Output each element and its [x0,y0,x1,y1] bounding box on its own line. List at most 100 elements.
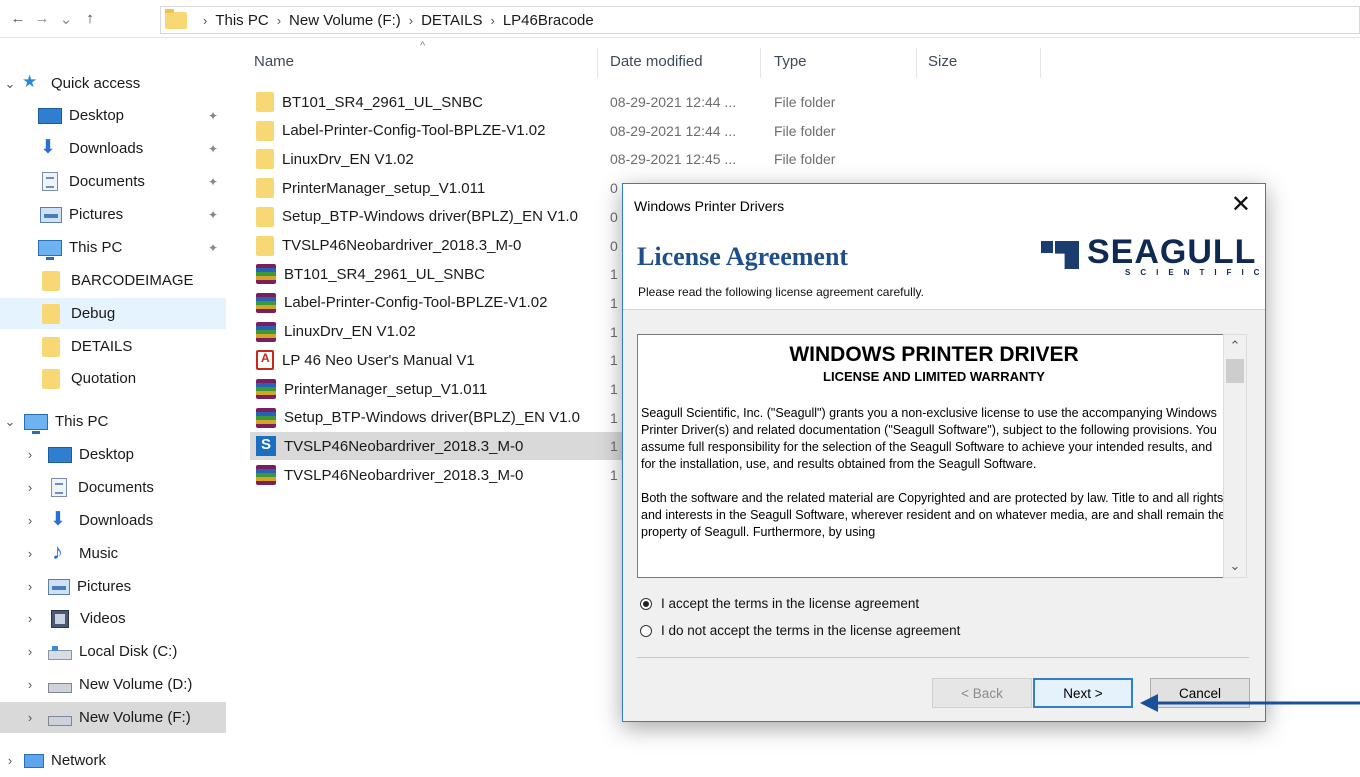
up-arrow-icon[interactable]: ↑ [78,7,102,31]
file-row[interactable]: BT101_SR4_2961_UL_SNBC [250,260,618,288]
license-scrollbar[interactable]: ⌃ ⌄ [1223,334,1247,578]
file-row[interactable]: PrinterManager_setup_V1.011 [250,375,618,403]
file-row[interactable]: TVSLP46Neobardriver_2018.3_M-0 [250,432,640,461]
scroll-thumb[interactable] [1226,359,1244,383]
chevron-right-icon[interactable]: › [22,710,38,725]
logo-wordmark: SEAGULL [1087,233,1257,271]
breadcrumb-this-pc[interactable]: This PC [215,12,268,29]
nav-item-pc-videos[interactable]: › Videos [0,603,226,634]
column-header-type[interactable]: Type [774,53,807,70]
breadcrumb-details[interactable]: DETAILS [421,12,482,29]
column-divider[interactable] [1040,48,1041,78]
nav-item-barcodeimage[interactable]: BARCODEIMAGE [0,265,226,296]
nav-item-desktop[interactable]: Desktop ✦ [0,100,226,131]
scroll-up-icon[interactable]: ⌃ [1224,335,1246,357]
column-divider[interactable] [597,48,598,78]
file-row[interactable]: LinuxDrv_EN V1.02 [250,145,618,173]
nav-item-details[interactable]: DETAILS [0,331,226,362]
nav-this-pc[interactable]: ⌄ This PC [0,406,226,437]
nav-item-quotation[interactable]: Quotation [0,363,226,394]
chevron-right-icon[interactable]: › [22,546,38,561]
nav-item-pc-local-disk-c[interactable]: › Local Disk (C:) [0,636,226,667]
file-row[interactable]: Label-Printer-Config-Tool-BPLZE-V1.02 [250,117,618,145]
chevron-right-icon[interactable]: › [22,579,38,594]
pin-icon[interactable]: ✦ [208,208,218,222]
nav-network[interactable]: › Network [0,745,226,776]
chevron-right-icon[interactable]: › [22,480,38,495]
navigation-pane: ⌄ Quick access Desktop ✦ Downloads ✦ Doc… [0,38,232,777]
close-icon[interactable]: ✕ [1231,192,1251,218]
nav-item-documents[interactable]: Documents ✦ [0,166,226,197]
nav-label: New Volume (F:) [79,709,191,726]
recent-locations-chevron-icon[interactable]: ⌄ [54,7,78,31]
pin-icon[interactable]: ✦ [208,241,218,255]
forward-arrow-icon[interactable]: → [30,7,54,31]
next-button[interactable]: Next > [1033,678,1133,708]
column-divider[interactable] [760,48,761,78]
scroll-down-icon[interactable]: ⌄ [1224,555,1246,577]
nav-item-debug[interactable]: Debug [0,298,226,329]
nav-item-this-pc-pinned[interactable]: This PC ✦ [0,232,226,263]
chevron-right-icon[interactable]: › [22,644,38,659]
nav-label: Local Disk (C:) [79,643,178,660]
nav-quick-access[interactable]: ⌄ Quick access [0,68,226,99]
nav-item-pictures[interactable]: Pictures ✦ [0,199,226,230]
nav-item-pc-desktop[interactable]: › Desktop [0,439,226,470]
nav-label: This PC [55,413,109,430]
pin-icon[interactable]: ✦ [208,175,218,189]
file-row[interactable]: Setup_BTP-Windows driver(BPLZ)_EN V1.0 [250,203,618,231]
breadcrumb-lp46bracode[interactable]: LP46Bracode [503,12,594,29]
seagull-installer-icon [256,436,276,457]
column-header-date-modified[interactable]: Date modified [610,53,703,70]
chevron-right-icon[interactable]: › [22,611,38,626]
chevron-right-icon[interactable]: › [409,13,413,28]
chevron-right-icon[interactable]: › [203,13,207,28]
chevron-right-icon[interactable]: › [2,753,18,768]
chevron-down-icon[interactable]: ⌄ [2,76,18,92]
file-row[interactable]: TVSLP46Neobardriver_2018.3_M-0 [250,461,618,489]
chevron-right-icon[interactable]: › [490,13,494,28]
file-row[interactable]: PrinterManager_setup_V1.011 [250,174,618,202]
column-divider[interactable] [916,48,917,78]
decline-radio[interactable] [640,624,652,637]
rar-archive-icon [256,292,276,313]
nav-item-pc-documents[interactable]: › Documents [0,472,226,503]
column-header-size[interactable]: Size [928,53,957,70]
breadcrumb-new-volume-f[interactable]: New Volume (F:) [289,12,401,29]
file-row[interactable]: BT101_SR4_2961_UL_SNBC [250,88,618,116]
file-date-modified: 1 [610,438,618,455]
chevron-right-icon[interactable]: › [22,677,38,692]
file-name: Label-Printer-Config-Tool-BPLZE-V1.02 [284,294,548,312]
accept-radio[interactable] [640,597,652,610]
this-pc-icon [38,239,62,260]
nav-item-pc-downloads[interactable]: › Downloads [0,505,226,536]
chevron-right-icon[interactable]: › [22,513,38,528]
chevron-right-icon[interactable]: › [22,447,38,462]
dialog-titlebar[interactable]: Windows Printer Drivers ✕ [623,184,1265,228]
file-row[interactable]: Label-Printer-Config-Tool-BPLZE-V1.02 [250,289,618,317]
nav-item-pc-new-volume-d[interactable]: › New Volume (D:) [0,669,226,700]
nav-item-downloads[interactable]: Downloads ✦ [0,133,226,164]
nav-item-pc-new-volume-f[interactable]: › New Volume (F:) [0,702,226,733]
file-row[interactable]: TVSLP46Neobardriver_2018.3_M-0 [250,232,618,260]
breadcrumb[interactable]: › This PC › New Volume (F:) › DETAILS › … [160,6,1360,34]
pin-icon[interactable]: ✦ [208,109,218,123]
file-name: PrinterManager_setup_V1.011 [284,380,488,398]
column-header-name[interactable]: Name [254,53,294,70]
file-row[interactable]: Setup_BTP-Windows driver(BPLZ)_EN V1.0 [250,404,618,432]
license-text-area[interactable]: WINDOWS PRINTER DRIVER LICENSE AND LIMIT… [637,334,1247,578]
back-button[interactable]: < Back [932,678,1032,708]
file-row[interactable]: LinuxDrv_EN V1.02 [250,318,618,346]
chevron-right-icon[interactable]: › [277,13,281,28]
rar-archive-icon [256,264,276,285]
pin-icon[interactable]: ✦ [208,142,218,156]
accept-option[interactable]: I accept the terms in the license agreem… [640,596,919,611]
folder-icon [42,303,60,324]
chevron-down-icon[interactable]: ⌄ [2,414,18,430]
nav-item-pc-music[interactable]: › Music [0,538,226,569]
file-row[interactable]: LP 46 Neo User's Manual V1 [250,346,618,374]
nav-label: Quick access [51,75,141,92]
nav-item-pc-pictures[interactable]: › Pictures [0,571,226,602]
decline-option[interactable]: I do not accept the terms in the license… [640,623,960,638]
back-arrow-icon[interactable]: ← [6,7,30,31]
